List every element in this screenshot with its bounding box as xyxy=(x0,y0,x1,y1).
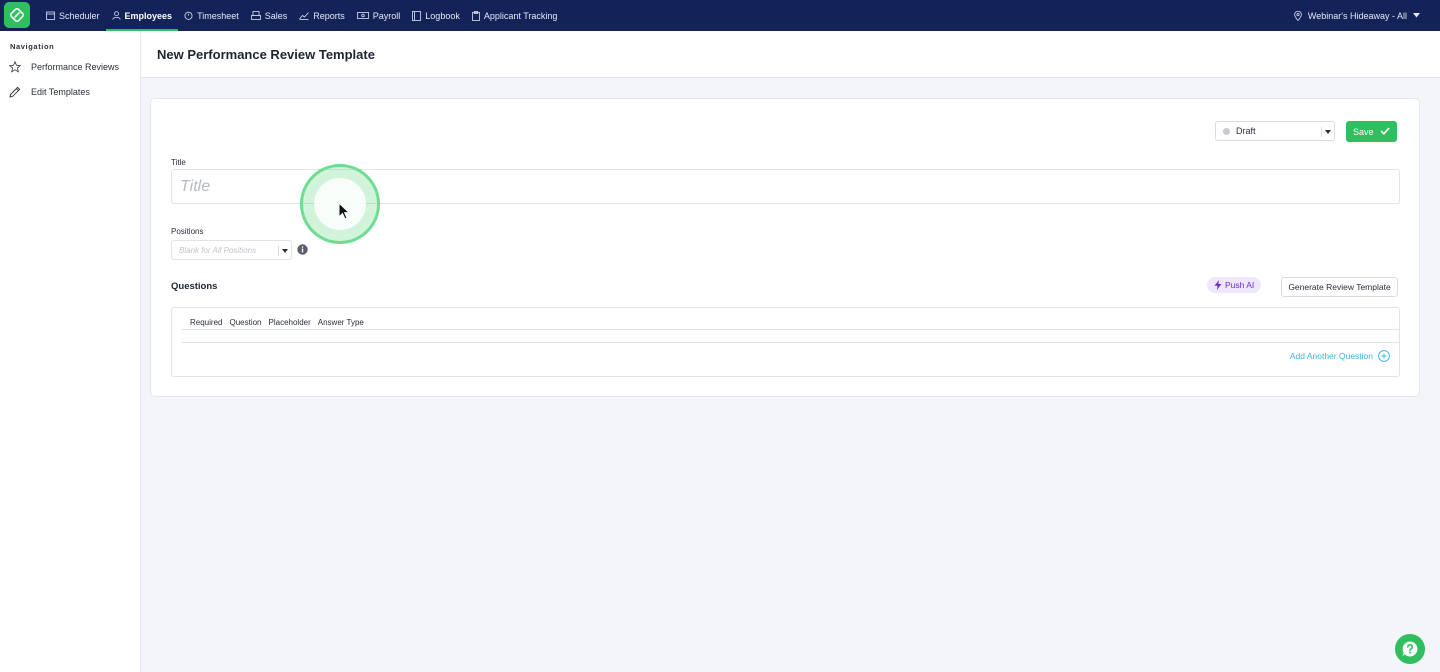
app-logo[interactable] xyxy=(4,2,30,28)
location-label: Webinar's Hideaway - All xyxy=(1307,10,1407,21)
status-dropdown[interactable]: Draft xyxy=(1215,121,1335,141)
nav-label: Sales xyxy=(264,10,288,21)
nav-logbook[interactable]: Logbook xyxy=(406,0,466,31)
push-ai-label: Push AI xyxy=(1225,280,1255,290)
nav-reports[interactable]: Reports xyxy=(293,0,351,31)
nav-sales[interactable]: Sales xyxy=(245,0,294,31)
nav-label: Logbook xyxy=(425,10,460,21)
sidebar: Navigation Performance Reviews Edit Temp… xyxy=(0,31,141,672)
chevron-down-icon xyxy=(1325,130,1331,134)
money-icon xyxy=(356,12,369,19)
nav-label: Payroll xyxy=(372,10,401,21)
book-icon xyxy=(412,10,422,21)
save-button[interactable]: Save xyxy=(1346,121,1397,142)
table-divider xyxy=(182,329,1399,330)
questions-table: Required Question Placeholder Answer Typ… xyxy=(171,307,1400,377)
nav-scheduler[interactable]: Scheduler xyxy=(40,0,106,31)
chart-icon xyxy=(299,12,310,20)
caret-down-icon xyxy=(1413,13,1420,18)
clipboard-icon xyxy=(471,10,480,21)
register-icon xyxy=(250,11,261,20)
status-dot xyxy=(1223,127,1230,135)
nav-applicant-tracking[interactable]: Applicant Tracking xyxy=(466,0,564,31)
dropdown-divider xyxy=(278,246,279,256)
nav-label: Reports xyxy=(313,10,345,21)
help-chat-icon xyxy=(1402,641,1418,657)
generate-review-template-button[interactable]: Generate Review Template xyxy=(1281,277,1398,297)
help-button[interactable] xyxy=(1395,634,1425,664)
nav-items: Scheduler Employees Timesheet Sales Repo… xyxy=(40,0,563,31)
add-question-label: Add Another Question xyxy=(1289,351,1373,361)
positions-label: Positions xyxy=(171,227,204,236)
location-selector[interactable]: Webinar's Hideaway - All xyxy=(1294,0,1420,31)
star-icon xyxy=(9,61,21,73)
logo-icon xyxy=(9,7,25,23)
nav-timesheet[interactable]: Timesheet xyxy=(178,0,245,31)
table-divider xyxy=(182,342,1399,343)
dropdown-divider xyxy=(1321,127,1322,137)
positions-dropdown[interactable]: Blank for All Positions xyxy=(171,240,292,260)
title-input[interactable] xyxy=(171,169,1400,204)
positions-placeholder: Blank for All Positions xyxy=(179,246,257,255)
add-question-button[interactable]: Add Another Question xyxy=(1290,350,1390,362)
save-label: Save xyxy=(1353,126,1374,137)
chevron-down-icon xyxy=(282,249,288,253)
plus-circle-icon xyxy=(1378,350,1390,362)
nav-label: Timesheet xyxy=(197,10,239,21)
lightning-icon xyxy=(1214,280,1222,290)
sidebar-heading: Navigation xyxy=(10,42,55,51)
person-icon xyxy=(111,11,121,20)
page-title: New Performance Review Template xyxy=(157,47,375,62)
nav-employees[interactable]: Employees xyxy=(105,0,179,31)
nav-label: Employees xyxy=(124,10,173,21)
nav-label: Scheduler xyxy=(59,10,100,21)
status-value: Draft xyxy=(1236,126,1256,136)
map-pin-icon xyxy=(1294,10,1302,21)
template-form-card: Draft Save Title Positions Blank for All… xyxy=(150,98,1420,397)
clock-icon xyxy=(184,11,193,20)
sidebar-item-performance-reviews[interactable]: Performance Reviews xyxy=(9,61,119,73)
info-icon[interactable] xyxy=(297,244,308,255)
title-label: Title xyxy=(171,158,186,167)
push-ai-badge[interactable]: Push AI xyxy=(1207,277,1262,293)
calendar-icon xyxy=(46,11,55,20)
sidebar-item-label: Performance Reviews xyxy=(31,62,120,72)
pencil-icon xyxy=(9,86,21,98)
questions-heading: Questions xyxy=(171,281,218,292)
sidebar-item-label: Edit Templates xyxy=(31,87,90,97)
nav-label: Applicant Tracking xyxy=(483,10,558,21)
top-nav: Scheduler Employees Timesheet Sales Repo… xyxy=(0,0,1440,31)
sidebar-item-edit-templates[interactable]: Edit Templates xyxy=(9,86,90,98)
page-header: New Performance Review Template xyxy=(141,31,1440,78)
check-icon xyxy=(1380,127,1390,135)
nav-payroll[interactable]: Payroll xyxy=(351,0,407,31)
